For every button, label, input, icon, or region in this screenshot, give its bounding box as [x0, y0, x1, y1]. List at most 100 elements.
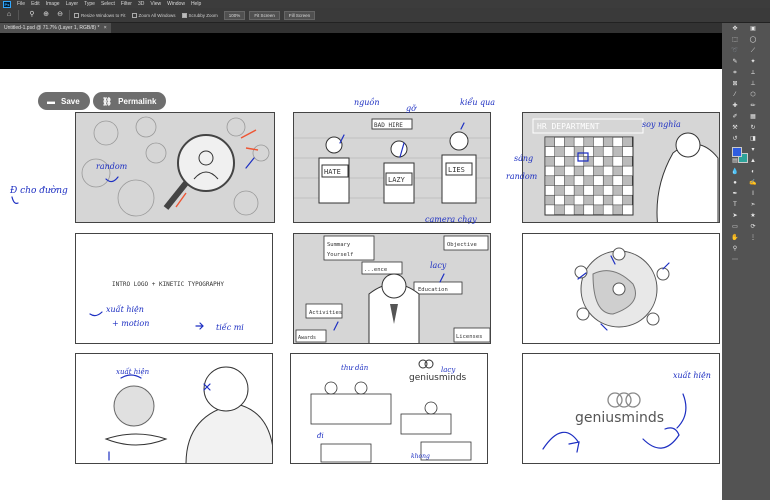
document-tab[interactable]: Untitled-1.psd @ 71.7% (Layer 1, RGB/8) … — [0, 23, 111, 33]
checkbox-box — [74, 12, 79, 18]
permalink-button[interactable]: ⛓ Permalink — [93, 92, 167, 110]
artboard-tool-icon[interactable]: ▣ — [748, 25, 758, 34]
annotation-text: Đ cho đường — [9, 185, 68, 196]
resize-windows-checkbox[interactable]: Resize Windows to Fit — [74, 12, 126, 18]
storyboard-frame-8[interactable]: geniusminds thư dân đi lacy khong — [290, 353, 488, 464]
lasso-tool-icon[interactable]: ➰ — [730, 47, 740, 56]
move-tool-icon[interactable]: ✥ — [730, 25, 740, 34]
zoom-in-icon[interactable]: ⊕ — [41, 10, 51, 20]
pen-tool-icon[interactable]: ✒ — [730, 190, 740, 199]
pencil-tool-icon[interactable]: ✏ — [748, 102, 758, 111]
side-annotation: Đ cho đường — [9, 185, 68, 204]
divider — [69, 10, 70, 20]
edit-toolbar-icon[interactable]: ⋮ — [748, 234, 758, 243]
more-tools-icon[interactable]: ⋯ — [730, 256, 740, 265]
paint-bucket-tool-icon[interactable]: ▾ — [748, 146, 758, 155]
burn-tool-icon[interactable]: ◐ — [748, 168, 758, 177]
fit-screen-button[interactable]: Fit Screen — [249, 10, 280, 20]
foreground-color-swatch[interactable] — [732, 147, 742, 157]
menu-type[interactable]: Type — [81, 0, 98, 8]
sharpen-tool-icon[interactable]: ▲ — [748, 157, 758, 166]
vertical-type-tool-icon[interactable]: Ⅰ — [748, 190, 758, 199]
annotation-text: khong — [411, 453, 430, 460]
home-icon[interactable]: ⌂ — [4, 10, 14, 20]
menu-3d[interactable]: 3D — [135, 0, 147, 8]
custom-shape-tool-icon[interactable]: ★ — [748, 212, 758, 221]
menu-edit[interactable]: Edit — [28, 0, 43, 8]
zoom-100-button[interactable]: 100% — [223, 10, 246, 20]
resume-label: Licenses — [456, 334, 483, 340]
zoom-tool-icon[interactable]: ⚲ — [730, 245, 740, 254]
storyboard-frame-5[interactable]: Summary Yourself ...ence Objective Educa… — [293, 233, 491, 344]
checker-square — [593, 165, 604, 177]
menu-filter[interactable]: Filter — [118, 0, 135, 8]
rectangle-tool-icon[interactable]: ▭ — [730, 223, 740, 232]
patch-tool-icon[interactable]: ⬡ — [748, 91, 758, 100]
clone-stamp-tool-icon[interactable]: ⚒ — [730, 124, 740, 133]
tools-column-2: ▣ ◯ ⟋ ✦ ⟂ ⊥ ⬡ ✏ ▦ ↻ ◨ ▾ ▲ ◐ ✍ Ⅰ ➣ ★ ⟳ ⋮ — [746, 23, 760, 243]
history-brush-tool-icon[interactable]: ↺ — [730, 135, 740, 144]
slice-tool-icon[interactable]: ⟂ — [748, 69, 758, 78]
art-history-tool-icon[interactable]: ↻ — [748, 124, 758, 133]
magic-wand-tool-icon[interactable]: ✦ — [748, 58, 758, 67]
menu-help[interactable]: Help — [188, 0, 204, 8]
checker-square — [583, 136, 594, 147]
menu-file[interactable]: File — [14, 0, 28, 8]
storyboard-frame-9[interactable]: geniusminds xuất hiện — [522, 353, 720, 464]
annotation-text: tiếc mi — [216, 323, 244, 332]
path-select-tool-icon[interactable]: ➤ — [730, 212, 740, 221]
dodge-tool-icon[interactable]: ● — [730, 179, 740, 188]
brush-tool-icon[interactable]: ✐ — [730, 113, 740, 122]
annotation-text: nguồn — [354, 98, 379, 107]
annotation-text: sáng — [514, 154, 533, 163]
card-text: LIES — [448, 166, 465, 174]
zoom-all-windows-checkbox[interactable]: Zoom All Windows — [131, 12, 176, 18]
pattern-stamp-tool-icon[interactable]: ▦ — [748, 113, 758, 122]
type-tool-icon[interactable]: T — [730, 201, 740, 210]
direct-select-tool-icon[interactable]: ➣ — [748, 201, 758, 210]
storyboard-frame-7[interactable]: xuất hiện — [75, 353, 273, 464]
checker-square — [554, 146, 565, 157]
save-button[interactable]: ▬ Save — [38, 92, 90, 110]
zoom-tool-icon[interactable]: ⚲ — [27, 10, 37, 20]
checker-square — [602, 194, 614, 206]
magic-eraser-tool-icon[interactable]: ◨ — [748, 135, 758, 144]
storyboard-frame-4[interactable]: INTRO LOGO + KINETIC TYPOGRAPHY xuất hiệ… — [75, 233, 273, 344]
fill-screen-button[interactable]: Fill Screen — [283, 10, 316, 20]
marquee-tool-icon[interactable]: ⬚ — [730, 36, 740, 45]
menu-image[interactable]: Image — [43, 0, 63, 8]
zoom-out-icon[interactable]: ⊖ — [55, 10, 65, 20]
annotation-text: xuất hiện — [116, 367, 150, 376]
eyedropper-tool-icon[interactable]: ⁄ — [730, 91, 740, 100]
menu-window[interactable]: Window — [164, 0, 188, 8]
storyboard-frame-1[interactable]: random — [75, 112, 275, 223]
annotation-text: đi — [317, 432, 324, 440]
frame-8-sketch: geniusminds thư dân đi lacy khong — [310, 359, 472, 463]
checker-square — [602, 175, 614, 186]
storyboard-frame-2[interactable]: BAD HIRE HATE LAZY LIES — [293, 112, 491, 223]
ruler-tool-icon[interactable]: ⊥ — [748, 80, 758, 89]
rotate-view-tool-icon[interactable]: ⟳ — [748, 223, 758, 232]
healing-brush-tool-icon[interactable]: ✚ — [730, 102, 740, 111]
crop-tool-icon[interactable]: ⌗ — [730, 69, 740, 78]
checkbox-label: Scrubby Zoom — [188, 12, 218, 18]
scrubby-zoom-checkbox[interactable]: Scrubby Zoom — [181, 12, 218, 18]
frame-4-sketch: INTRO LOGO + KINETIC TYPOGRAPHY xuất hiệ… — [89, 281, 244, 332]
storyboard-frame-6[interactable] — [522, 233, 720, 344]
frame-tool-icon[interactable]: ⊠ — [730, 80, 740, 89]
hand-tool-icon[interactable]: ✋ — [730, 234, 740, 243]
blur-tool-icon[interactable]: 💧 — [730, 168, 740, 177]
resume-label: Objective — [447, 242, 477, 248]
annotation-text: camera chạy — [425, 215, 477, 224]
checker-square — [583, 194, 594, 206]
menu-view[interactable]: View — [147, 0, 164, 8]
ellipse-marquee-tool-icon[interactable]: ◯ — [748, 36, 758, 45]
document-canvas[interactable]: ▬ Save ⛓ Permalink Đ cho đường random BA… — [0, 69, 722, 500]
freeform-pen-tool-icon[interactable]: ✍ — [748, 179, 758, 188]
menu-select[interactable]: Select — [98, 0, 118, 8]
checker-square — [593, 146, 604, 157]
close-tab-icon[interactable]: × — [104, 25, 107, 31]
menu-layer[interactable]: Layer — [63, 0, 82, 8]
quick-select-tool-icon[interactable]: ✎ — [730, 58, 740, 67]
polygon-lasso-tool-icon[interactable]: ⟋ — [748, 47, 758, 56]
